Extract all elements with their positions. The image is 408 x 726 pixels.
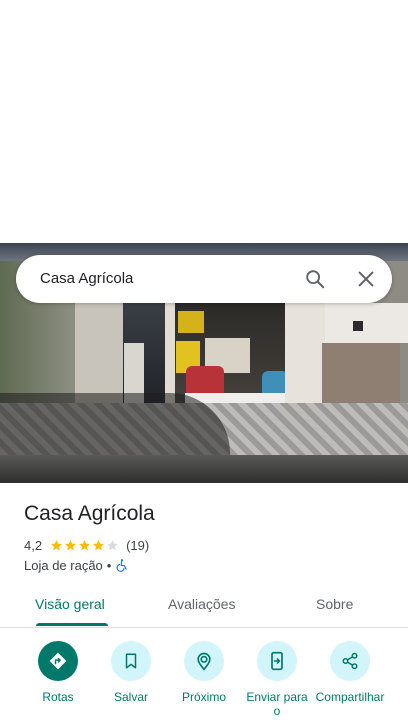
wheelchair-accessible-icon (116, 559, 128, 572)
star-filled-icon (93, 539, 104, 550)
star-filled-icon (65, 539, 76, 550)
directions-label: Rotas (42, 690, 74, 704)
send-to-phone-label: Enviar para o (246, 690, 308, 718)
category-row: Loja de ração • (24, 556, 129, 574)
rating-row[interactable]: 4,2 (19) (24, 536, 149, 554)
directions-icon (49, 652, 67, 670)
separator-dot: • (106, 557, 112, 573)
send-to-phone-icon (271, 651, 283, 671)
review-count: (19) (126, 537, 150, 553)
save-button[interactable]: Salvar (91, 640, 171, 704)
rating-stars (50, 539, 120, 552)
send-to-phone-button[interactable]: Enviar para o (237, 640, 317, 718)
star-filled-icon (79, 539, 90, 550)
star-empty-icon (107, 539, 118, 550)
share-label: Compartilhar (315, 690, 385, 704)
star-filled-icon (51, 539, 62, 550)
nearby-label: Próximo (181, 690, 226, 704)
tab-about[interactable]: Sobre (316, 596, 353, 612)
bookmark-icon (125, 653, 137, 669)
directions-button[interactable]: Rotas (18, 640, 98, 704)
map-blank-area (0, 0, 408, 243)
search-icon[interactable] (304, 268, 326, 290)
place-title: Casa Agrícola (24, 502, 155, 525)
nearby-button[interactable]: Próximo (164, 640, 244, 704)
close-icon[interactable] (355, 268, 377, 290)
nearby-icon (197, 652, 211, 671)
save-label: Salvar (113, 690, 148, 704)
action-bar: Rotas Salvar Próximo Enviar para o Compa… (0, 640, 408, 726)
share-icon (342, 652, 358, 670)
place-category: Loja de ração (24, 557, 103, 573)
active-tab-indicator (36, 623, 108, 626)
tab-overview[interactable]: Visão geral (35, 596, 105, 612)
rating-value: 4,2 (24, 537, 43, 553)
tab-bar: Visão geral Avaliações Sobre (0, 586, 408, 628)
share-button[interactable]: Compartilhar (310, 640, 390, 704)
search-query[interactable]: Casa Agrícola (40, 270, 133, 287)
tab-reviews[interactable]: Avaliações (168, 596, 235, 612)
search-bar[interactable]: Casa Agrícola (16, 255, 392, 303)
